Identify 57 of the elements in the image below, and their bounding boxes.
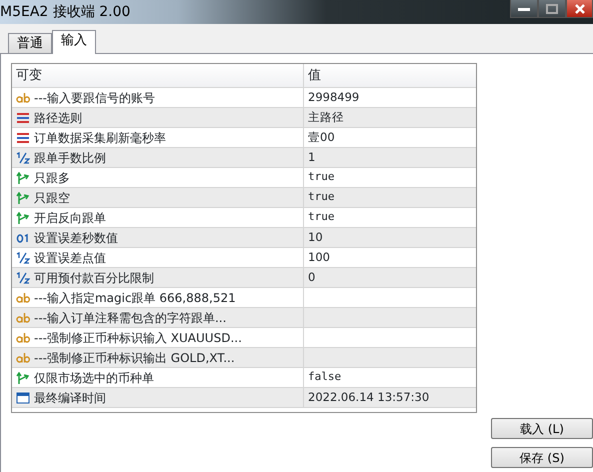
parameter-value[interactable]: 2022.06.14 13:57:30 bbox=[308, 388, 430, 406]
load-button[interactable]: 载入 (L) bbox=[491, 418, 593, 439]
tab[interactable]: 输入 bbox=[52, 30, 96, 54]
parameter-name: 路径选则 bbox=[34, 110, 82, 126]
parameter-name: 跟单手数比例 bbox=[34, 150, 106, 166]
parameter-name: 可用预付款百分比限制 bbox=[34, 270, 154, 286]
parameter-value[interactable]: true bbox=[308, 209, 334, 226]
parameter-name: 订单数据采集刷新毫秒率 bbox=[34, 130, 166, 146]
branch-arrows-icon bbox=[16, 212, 30, 224]
parameter-name: 仅限市场选中的币种单 bbox=[34, 370, 154, 386]
list-icon bbox=[16, 112, 30, 124]
maximize-button[interactable] bbox=[538, 0, 566, 18]
column-header[interactable]: 可变 bbox=[16, 66, 42, 86]
fraction-icon bbox=[16, 252, 30, 264]
text-icon bbox=[16, 92, 30, 104]
parameter-value[interactable]: 10 bbox=[308, 228, 323, 246]
parameter-name: 设置误差秒数值 bbox=[34, 230, 118, 246]
parameter-value[interactable]: false bbox=[308, 369, 342, 386]
save-button[interactable]: 保存 (S) bbox=[491, 447, 593, 468]
close-icon bbox=[574, 2, 586, 14]
parameter-name: ---强制修正币种标识输入 XUAUUSD... bbox=[34, 330, 242, 346]
fraction-icon bbox=[16, 272, 30, 284]
minimize-icon bbox=[518, 6, 530, 10]
parameter-value[interactable]: true bbox=[308, 189, 334, 206]
minimize-button[interactable] bbox=[510, 0, 538, 18]
tab[interactable]: 普通 bbox=[8, 33, 52, 53]
calendar-icon bbox=[16, 392, 30, 404]
text-icon bbox=[16, 292, 30, 304]
branch-arrows-icon bbox=[16, 192, 30, 204]
parameter-value[interactable]: 100 bbox=[308, 248, 330, 266]
parameter-name: 设置误差点值 bbox=[34, 250, 106, 266]
window-title: M5EA2 接收端 2.00 bbox=[0, 2, 130, 22]
parameter-name: 只跟空 bbox=[34, 190, 70, 206]
list-icon bbox=[16, 132, 30, 144]
text-icon bbox=[16, 352, 30, 364]
parameter-value[interactable]: 主路径 bbox=[308, 108, 344, 126]
maximize-icon bbox=[546, 4, 558, 14]
column-header[interactable]: 值 bbox=[308, 66, 321, 86]
fraction-icon bbox=[16, 152, 30, 164]
parameter-name: 只跟多 bbox=[34, 170, 70, 186]
text-icon bbox=[16, 332, 30, 344]
number-icon bbox=[16, 232, 30, 244]
parameter-name: ---输入指定magic跟单 666,888,521 bbox=[34, 290, 236, 306]
parameter-value[interactable]: true bbox=[308, 169, 334, 186]
parameter-name: ---强制修正币种标识输出 GOLD,XT... bbox=[34, 350, 235, 366]
parameter-value[interactable]: 0 bbox=[308, 268, 316, 286]
parameter-value[interactable]: 1 bbox=[308, 148, 316, 166]
close-button[interactable] bbox=[566, 0, 593, 18]
parameter-name: ---输入要跟信号的账号 bbox=[34, 90, 155, 106]
parameter-name: ---输入订单注释需包含的字符跟单... bbox=[34, 310, 226, 326]
branch-arrows-icon bbox=[16, 372, 30, 384]
parameter-name: 最终编译时间 bbox=[34, 390, 106, 406]
parameter-value[interactable]: 壹00 bbox=[308, 128, 335, 146]
parameter-value[interactable]: 2998499 bbox=[308, 88, 360, 106]
branch-arrows-icon bbox=[16, 172, 30, 184]
text-icon bbox=[16, 312, 30, 324]
parameter-name: 开启反向跟单 bbox=[34, 210, 106, 226]
